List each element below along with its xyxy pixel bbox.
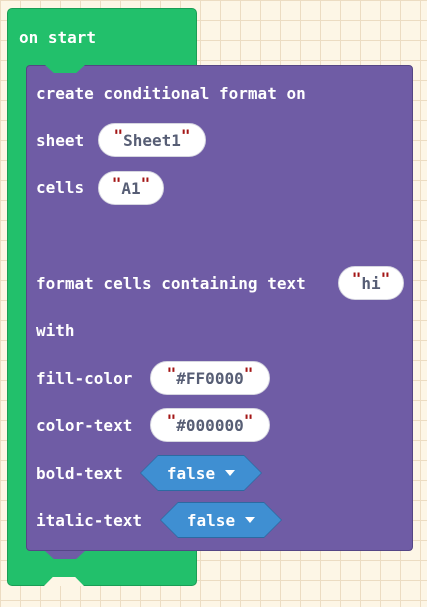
on-start-bottom-notch <box>44 577 84 586</box>
format-cells-containing-text-label: format cells containing text <box>36 274 306 293</box>
bold-boolean-value: false <box>166 463 216 483</box>
close-quote: " <box>243 363 254 383</box>
bold-boolean-dropdown[interactable]: false <box>141 456 261 490</box>
with-label: with <box>36 321 75 340</box>
italic-boolean-dropdown[interactable]: false <box>161 503 281 537</box>
contains-text-value: hi <box>361 273 381 293</box>
close-quote: " <box>243 410 254 430</box>
fill-color-value: #FF0000 <box>176 368 244 388</box>
open-quote: " <box>351 268 362 288</box>
contains-text-string-input[interactable]: " hi " <box>338 266 404 300</box>
open-quote: " <box>111 173 122 193</box>
close-quote: " <box>140 173 151 193</box>
cells-value: A1 <box>121 178 141 198</box>
close-quote: " <box>380 268 391 288</box>
cells-string-input[interactable]: " A1 " <box>98 171 164 205</box>
sheet-label: sheet <box>36 131 85 150</box>
color-text-string-input[interactable]: " #000000 " <box>150 408 270 442</box>
cells-label: cells <box>36 178 85 197</box>
open-quote: " <box>166 410 177 430</box>
italic-text-label: italic-text <box>36 511 142 530</box>
color-text-label: color-text <box>36 416 133 435</box>
open-quote: " <box>166 363 177 383</box>
statement-top-notch <box>45 65 85 73</box>
create-conditional-format-block[interactable]: create conditional format on sheet " She… <box>26 65 413 559</box>
dropdown-arrow-icon <box>245 517 255 523</box>
create-conditional-format-label: create conditional format on <box>36 84 306 103</box>
fill-color-string-input[interactable]: " #FF0000 " <box>150 361 270 395</box>
bold-text-label: bold-text <box>36 464 123 483</box>
on-start-label: on start <box>19 28 97 47</box>
open-quote: " <box>113 125 124 145</box>
sheet-string-input[interactable]: " Sheet1 " <box>98 123 206 157</box>
fill-color-label: fill-color <box>36 369 133 388</box>
italic-boolean-value: false <box>186 510 236 530</box>
dropdown-arrow-icon <box>225 470 235 476</box>
sheet-value: Sheet1 <box>123 130 181 150</box>
close-quote: " <box>180 125 191 145</box>
color-text-value: #000000 <box>176 415 244 435</box>
